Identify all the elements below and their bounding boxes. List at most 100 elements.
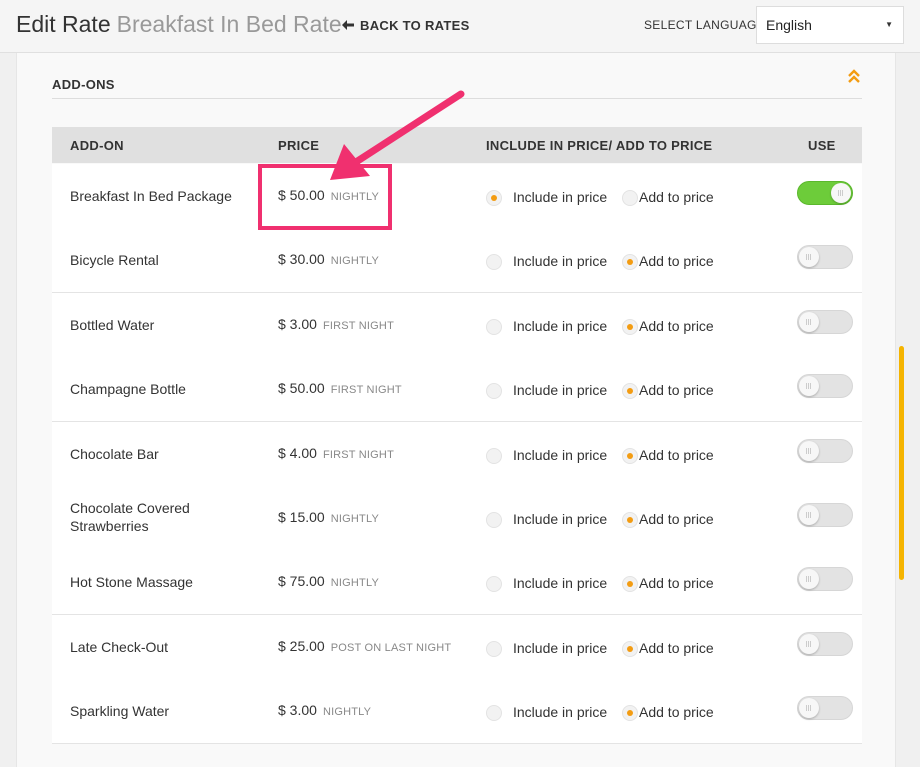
addon-frequency: FIRST NIGHT: [322, 320, 394, 332]
addon-price: $ 30.00 NIGHTLY: [278, 251, 379, 267]
addon-name: Late Check-Out: [70, 639, 169, 655]
include-in-price-label[interactable]: Include in price: [513, 318, 607, 334]
addon-price-value: $ 4.00: [278, 445, 317, 461]
addon-price-value: $ 30.00: [278, 251, 325, 267]
addon-frequency: FIRST NIGHT: [330, 384, 402, 396]
table-row: Hot Stone Massage $ 75.00 NIGHTLY Include i…: [52, 550, 862, 615]
add-to-price-label[interactable]: Add to price: [639, 189, 714, 205]
include-in-price-radio[interactable]: [486, 383, 502, 399]
use-toggle[interactable]: [797, 503, 853, 527]
include-in-price-radio[interactable]: [486, 641, 502, 657]
addon-price: $ 15.00 NIGHTLY: [278, 509, 379, 525]
table-row: Sparkling Water $ 3.00 NIGHTLY Include in p…: [52, 679, 862, 744]
add-to-price-label[interactable]: Add to price: [639, 704, 714, 720]
back-to-rates-label: BACK TO RATES: [360, 18, 470, 33]
addon-name: Breakfast In Bed Package: [70, 188, 232, 204]
page-title-text: Edit Rate: [16, 11, 111, 37]
add-to-price-radio[interactable]: [622, 448, 638, 464]
addon-price: $ 3.00 FIRST NIGHT: [278, 316, 394, 332]
table-row: Bottled Water $ 3.00 FIRST NIGHT Include in…: [52, 293, 862, 358]
toggle-knob: [799, 247, 819, 267]
add-to-price-label[interactable]: Add to price: [639, 575, 714, 591]
addon-name: Chocolate Bar: [70, 446, 159, 462]
include-in-price-radio[interactable]: [486, 448, 502, 464]
include-in-price-radio[interactable]: [486, 319, 502, 335]
back-to-rates-link[interactable]: BACK TO RATES: [342, 18, 470, 33]
addon-price: $ 3.00 NIGHTLY: [278, 702, 371, 718]
add-to-price-radio[interactable]: [622, 190, 638, 206]
add-to-price-radio[interactable]: [622, 512, 638, 528]
add-to-price-label[interactable]: Add to price: [639, 382, 714, 398]
add-to-price-label[interactable]: Add to price: [639, 447, 714, 463]
chevrons-up-icon[interactable]: [847, 68, 861, 86]
addon-price-value: $ 25.00: [278, 638, 325, 654]
column-header-include-add: INCLUDE IN PRICE/ ADD TO PRICE: [486, 138, 713, 153]
include-in-price-label[interactable]: Include in price: [513, 704, 607, 720]
addon-frequency: NIGHTLY: [330, 255, 379, 267]
addon-price: $ 50.00 FIRST NIGHT: [278, 380, 402, 396]
use-toggle[interactable]: [797, 567, 853, 591]
addon-price: $ 4.00 FIRST NIGHT: [278, 445, 394, 461]
addon-price-value: $ 15.00: [278, 509, 325, 525]
add-to-price-radio[interactable]: [622, 705, 638, 721]
scrollbar-thumb[interactable]: [899, 346, 904, 580]
use-toggle[interactable]: [797, 696, 853, 720]
toggle-knob: [799, 312, 819, 332]
use-toggle[interactable]: [797, 245, 853, 269]
table-row: Chocolate Covered Strawberries $ 15.00 NIG…: [52, 486, 862, 551]
include-in-price-label[interactable]: Include in price: [513, 511, 607, 527]
language-select[interactable]: English ▼: [756, 6, 904, 44]
use-toggle[interactable]: [797, 181, 853, 205]
page-title: Edit Rate Breakfast In Bed Rate: [16, 11, 342, 38]
add-to-price-label[interactable]: Add to price: [639, 511, 714, 527]
annotation-arrow: [330, 90, 465, 180]
language-label: SELECT LANGUAGE: [644, 18, 765, 32]
column-header-addon: ADD-ON: [70, 138, 124, 153]
addon-frequency: FIRST NIGHT: [322, 449, 394, 461]
addon-price: $ 75.00 NIGHTLY: [278, 573, 379, 589]
addon-price-value: $ 3.00: [278, 702, 317, 718]
addon-frequency: NIGHTLY: [330, 513, 379, 525]
include-in-price-radio[interactable]: [486, 254, 502, 270]
addon-name: Champagne Bottle: [70, 381, 186, 397]
use-toggle[interactable]: [797, 439, 853, 463]
include-in-price-label[interactable]: Include in price: [513, 447, 607, 463]
include-in-price-radio[interactable]: [486, 705, 502, 721]
add-to-price-label[interactable]: Add to price: [639, 253, 714, 269]
top-bar: Edit Rate Breakfast In Bed Rate BACK TO R…: [0, 0, 920, 53]
caret-down-icon: ▼: [885, 20, 893, 29]
addon-name: Bottled Water: [70, 317, 155, 333]
addon-name: Chocolate Covered Strawberries: [70, 500, 190, 534]
add-to-price-radio[interactable]: [622, 254, 638, 270]
include-in-price-radio[interactable]: [486, 512, 502, 528]
column-header-price: PRICE: [278, 138, 320, 153]
include-in-price-radio[interactable]: [486, 576, 502, 592]
include-in-price-radio[interactable]: [486, 190, 502, 206]
add-to-price-radio[interactable]: [622, 319, 638, 335]
arrow-left-icon: [342, 18, 356, 33]
column-header-use: USE: [808, 138, 836, 153]
addon-price-value: $ 50.00: [278, 380, 325, 396]
use-toggle[interactable]: [797, 374, 853, 398]
include-in-price-label[interactable]: Include in price: [513, 253, 607, 269]
toggle-knob: [831, 183, 851, 203]
toggle-knob: [799, 569, 819, 589]
include-in-price-label[interactable]: Include in price: [513, 382, 607, 398]
use-toggle[interactable]: [797, 310, 853, 334]
include-in-price-label[interactable]: Include in price: [513, 575, 607, 591]
add-to-price-label[interactable]: Add to price: [639, 318, 714, 334]
use-toggle[interactable]: [797, 632, 853, 656]
addon-price-value: $ 75.00: [278, 573, 325, 589]
table-row: Chocolate Bar $ 4.00 FIRST NIGHT Include in…: [52, 422, 862, 487]
page-subtitle: Breakfast In Bed Rate: [116, 11, 342, 37]
add-to-price-radio[interactable]: [622, 383, 638, 399]
add-to-price-radio[interactable]: [622, 641, 638, 657]
table-row: Champagne Bottle $ 50.00 FIRST NIGHT Includ…: [52, 357, 862, 422]
add-to-price-label[interactable]: Add to price: [639, 640, 714, 656]
add-to-price-radio[interactable]: [622, 576, 638, 592]
section-title: ADD-ONS: [52, 77, 115, 92]
toggle-knob: [799, 441, 819, 461]
include-in-price-label[interactable]: Include in price: [513, 189, 607, 205]
toggle-knob: [799, 505, 819, 525]
include-in-price-label[interactable]: Include in price: [513, 640, 607, 656]
